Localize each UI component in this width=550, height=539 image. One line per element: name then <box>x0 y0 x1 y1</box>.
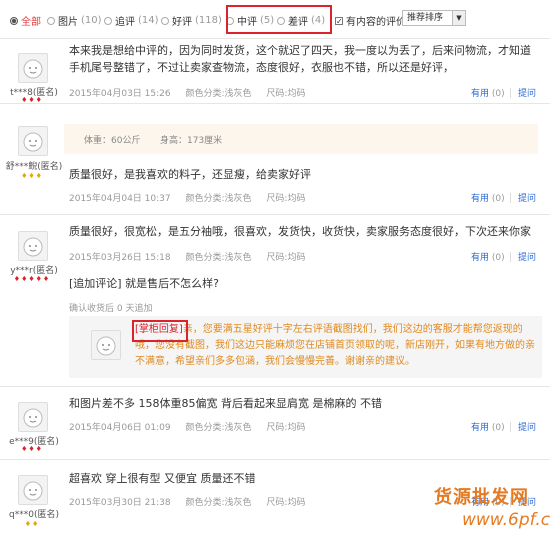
useful-label: 有用 <box>471 194 490 204</box>
filter-append-label: 追评 <box>115 17 135 28</box>
filter-good-label: 好评 <box>172 17 192 28</box>
highlight-box-shop-reply <box>132 320 188 342</box>
review-text: 和图片差不多 158体重85偏宽 背后看起来显肩宽 是棉麻的 不错 <box>69 397 382 410</box>
review-meta: 2015年03月26日 15:18 颜色分类:浅灰色 尺码:均码 <box>69 250 305 263</box>
ask-link[interactable]: 提问 <box>518 250 536 263</box>
append-review-meta: 确认收货后 0 天追加 <box>69 304 153 314</box>
filter-append-count: (14) <box>138 15 159 26</box>
review-meta: 2015年04月03日 15:26 颜色分类:浅灰色 尺码:均码 <box>69 86 305 99</box>
review-date: 2015年04月04日 10:37 <box>69 194 171 204</box>
useful-button[interactable]: 有用 (0) <box>471 86 505 99</box>
filter-good-count: (118) <box>195 15 222 26</box>
useful-label: 有用 <box>471 253 490 263</box>
review-meta: 2015年04月04日 10:37 颜色分类:浅灰色 尺码:均码 <box>69 191 305 204</box>
review-color: 颜色分类:浅灰色 <box>185 194 252 204</box>
buyer-level-icon: ♦♦♦ <box>21 96 43 104</box>
filter-pictures[interactable]: 图片 (10) <box>47 13 102 28</box>
review-size: 尺码:均码 <box>266 423 306 433</box>
has-content-label: 有内容的评价 <box>346 17 406 28</box>
filter-append[interactable]: 追评 (14) <box>104 13 159 28</box>
buyer-level-icon: ♦♦♦ <box>21 445 43 453</box>
useful-button[interactable]: 有用 (0) <box>471 420 505 433</box>
filter-good[interactable]: 好评 (118) <box>161 13 222 28</box>
review-size: 尺码:均码 <box>266 194 306 204</box>
useful-button[interactable]: 有用 (0) <box>471 191 505 204</box>
review-meta: 2015年03月30日 21:38 颜色分类:浅灰色 尺码:均码 <box>69 495 305 508</box>
ask-link[interactable]: 提问 <box>518 191 536 204</box>
useful-count: (0) <box>491 89 505 99</box>
filter-good-radio[interactable] <box>161 16 169 25</box>
has-content-checkbox[interactable]: ✓ <box>335 16 343 25</box>
avatar <box>18 402 48 432</box>
divider <box>510 88 511 98</box>
review-item: y***r(匿名) ♦♦♦♦♦ 质量很好，很宽松，是五分袖哦，很喜欢，发货快，收… <box>0 215 550 387</box>
shop-avatar <box>91 330 121 360</box>
avatar <box>18 475 48 505</box>
sort-select-value: 推荐排序 <box>407 13 444 23</box>
divider <box>510 193 511 203</box>
review-date: 2015年04月03日 15:26 <box>69 89 171 99</box>
divider <box>510 252 511 262</box>
filter-pictures-radio[interactable] <box>47 16 55 25</box>
review-username: 舒***鲵(匿名) <box>5 162 63 172</box>
filter-all[interactable]: 全部 <box>10 13 41 28</box>
filter-has-content[interactable]: ✓ 有内容的评价 <box>335 13 406 28</box>
review-color: 颜色分类:浅灰色 <box>185 498 252 508</box>
review-item: e***9(匿名) ♦♦♦ 和图片差不多 158体重85偏宽 背后看起来显肩宽 … <box>0 387 550 460</box>
review-size: 尺码:均码 <box>266 498 306 508</box>
review-text: 质量很好，是我喜欢的料子，还显瘦，给卖家好评 <box>69 168 311 181</box>
filter-all-radio[interactable] <box>10 16 18 25</box>
review-item: 舒***鲵(匿名) ♦♦♦ 体重：60公斤 身高：173厘米 质量很好，是我喜欢… <box>0 104 550 215</box>
body-weight: 体重：60公斤 <box>84 136 141 146</box>
highlight-box-mid-bad <box>226 5 332 34</box>
review-size: 尺码:均码 <box>266 89 306 99</box>
useful-count: (0) <box>491 194 505 204</box>
useful-count: (0) <box>491 253 505 263</box>
divider <box>510 422 511 432</box>
avatar <box>18 126 48 156</box>
useful-label: 有用 <box>471 423 490 433</box>
ask-link[interactable]: 提问 <box>518 86 536 99</box>
buyer-level-icon: ♦♦♦ <box>21 172 43 180</box>
buyer-level-icon: ♦♦ <box>24 520 40 528</box>
review-color: 颜色分类:浅灰色 <box>185 423 252 433</box>
watermark-logo-text: 货源批发网 <box>434 487 529 508</box>
ask-link[interactable]: 提问 <box>518 420 536 433</box>
filter-all-label: 全部 <box>21 17 41 28</box>
avatar <box>18 53 48 83</box>
append-review-text: [追加评论] 就是售后不怎么样? <box>69 277 219 290</box>
review-meta: 2015年04月06日 01:09 颜色分类:浅灰色 尺码:均码 <box>69 420 305 433</box>
review-text: 本来我是想给中评的，因为同时发货，这个就迟了四天，我一度以为丢了，后来问物流，才… <box>69 44 531 74</box>
body-height: 身高：173厘米 <box>160 136 223 146</box>
review-item: t***8(匿名) ♦♦♦ 本来我是想给中评的，因为同时发货，这个就迟了四天，我… <box>0 39 550 104</box>
buyer-level-icon: ♦♦♦♦♦ <box>13 275 51 283</box>
review-date: 2015年04月06日 01:09 <box>69 423 171 433</box>
useful-count: (0) <box>491 423 505 433</box>
body-info-box: 体重：60公斤 身高：173厘米 <box>64 124 538 154</box>
watermark-url: www.6pf.cn <box>462 510 550 530</box>
filter-append-radio[interactable] <box>104 16 112 25</box>
review-date: 2015年03月30日 21:38 <box>69 498 171 508</box>
chevron-down-icon: ▼ <box>452 11 465 25</box>
useful-button[interactable]: 有用 (0) <box>471 250 505 263</box>
filter-pictures-count: (10) <box>81 15 102 26</box>
review-text: 质量很好，很宽松，是五分袖哦，很喜欢，发货快，收货快，卖家服务态度很好，下次还来… <box>69 225 531 238</box>
review-color: 颜色分类:浅灰色 <box>185 89 252 99</box>
review-size: 尺码:均码 <box>266 253 306 263</box>
useful-label: 有用 <box>471 89 490 99</box>
review-username: q***0(匿名) <box>9 510 59 520</box>
review-date: 2015年03月26日 15:18 <box>69 253 171 263</box>
review-color: 颜色分类:浅灰色 <box>185 253 252 263</box>
shop-reply-text: 亲，您要满五星好评十字左右评语截图找们，我们这边的客服才能帮您返现的哦，您没有截… <box>135 324 535 367</box>
sort-select[interactable]: 推荐排序 ▼ <box>402 10 466 26</box>
shop-reply: [掌柜回复]亲，您要满五星好评十字左右评语截图找们，我们这边的客服才能帮您返现的… <box>135 322 535 370</box>
filter-pictures-label: 图片 <box>58 17 78 28</box>
avatar <box>18 231 48 261</box>
